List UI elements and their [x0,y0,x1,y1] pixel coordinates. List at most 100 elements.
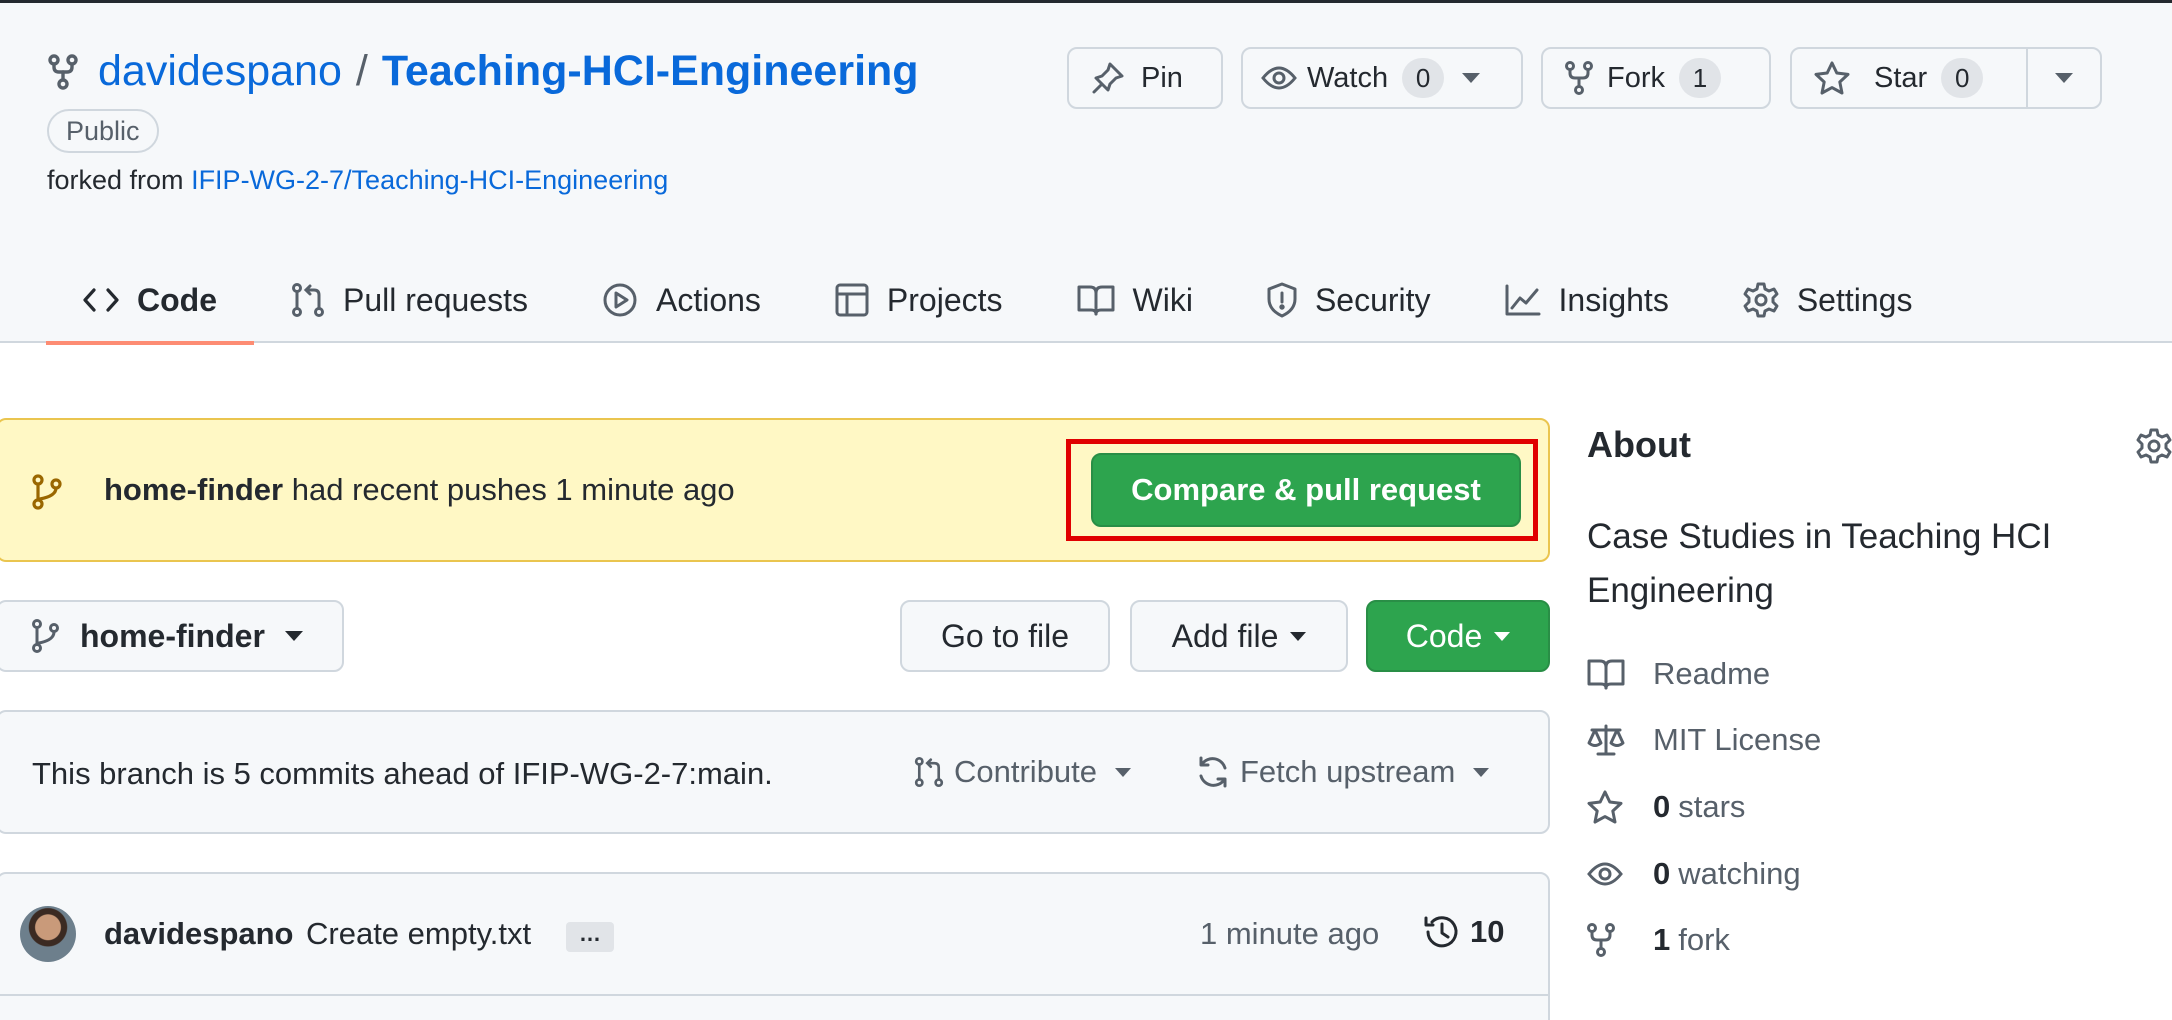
fork-button[interactable]: Fork 1 [1541,47,1771,109]
readme-link[interactable]: Readme [1587,656,1770,692]
repo-forked-icon [48,53,78,90]
watch-button[interactable]: Watch 0 [1241,47,1523,109]
forked-from-link[interactable]: IFIP-WG-2-7/Teaching-HCI-Engineering [191,165,668,195]
graph-icon [1505,284,1541,316]
branch-selector[interactable]: home-finder [0,600,344,672]
commit-author-link[interactable]: davidespano [104,916,294,952]
table-icon [835,283,869,317]
tab-label: Settings [1796,281,1913,318]
tab-label: Security [1314,281,1431,318]
stars-label: stars [1678,789,1746,824]
recent-push-text: had recent pushes 1 minute ago [291,472,735,507]
recent-push-message: home-finder had recent pushes 1 minute a… [104,472,735,508]
forked-from-text: forked from IFIP-WG-2-7/Teaching-HCI-Eng… [47,165,668,196]
add-file-label: Add file [1171,617,1279,654]
chevron-down-icon [1115,767,1132,777]
pin-label: Pin [1141,61,1183,94]
tab-wiki[interactable]: Wiki [1040,257,1230,343]
code-button[interactable]: Code [1366,600,1550,672]
chevron-down-icon [1290,631,1307,641]
forks-count: 1 [1653,922,1671,957]
tab-pull-requests[interactable]: Pull requests [254,257,565,343]
license-label: MIT License [1653,722,1822,757]
branch-selector-label: home-finder [80,617,265,654]
ahead-status-text: This branch is 5 commits ahead of IFIP-W… [32,756,773,791]
code-icon [83,287,119,313]
contribute-label: Contribute [954,754,1098,789]
code-button-label: Code [1405,617,1483,654]
recent-push-branch: home-finder [104,472,284,507]
compare-pull-request-button[interactable]: Compare & pull request [1091,453,1521,527]
chevron-down-icon [1462,73,1481,83]
about-description: Case Studies in Teaching HCI Engineering [1587,517,2052,610]
commit-expand-button[interactable]: … [566,922,614,952]
forks-label: fork [1678,922,1730,957]
chevron-down-icon [284,631,303,641]
avatar[interactable] [20,906,76,962]
tab-settings[interactable]: Settings [1706,257,1950,343]
fetch-upstream-dropdown[interactable]: Fetch upstream [1196,754,1509,790]
tab-label: Projects [886,281,1003,318]
chevron-down-icon [1494,631,1511,641]
tab-label: Wiki [1132,281,1193,318]
visibility-badge: Public [47,109,159,153]
license-link[interactable]: MIT License [1587,722,1821,758]
star-counter: 0 [1941,58,1984,98]
watchers-link[interactable]: 0 watching [1587,856,1801,892]
tab-label: Code [137,281,217,318]
repo-title: davidespano / Teaching-HCI-Engineering [48,47,919,96]
add-file-button[interactable]: Add file [1130,600,1348,672]
chevron-down-icon [2055,73,2073,83]
pin-icon [1091,61,1125,95]
watching-label: watching [1678,856,1801,891]
pin-button[interactable]: Pin [1067,47,1223,109]
book-icon [1077,284,1115,316]
chevron-down-icon [1473,767,1490,777]
commit-divider [0,994,1550,996]
gear-icon [1743,282,1779,318]
repo-header: davidespano / Teaching-HCI-Engineering P… [0,3,2172,345]
history-icon [1422,914,1460,950]
watch-label: Watch [1307,61,1389,94]
branch-status-box: This branch is 5 commits ahead of IFIP-W… [0,710,1550,834]
repo-name-link[interactable]: Teaching-HCI-Engineering [382,47,919,96]
star-button[interactable]: Star 0 [1792,49,2028,107]
go-to-file-button[interactable]: Go to file [900,600,1110,672]
watching-count: 0 [1653,856,1671,891]
stars-link[interactable]: 0 stars [1587,789,1745,825]
fetch-upstream-label: Fetch upstream [1240,754,1456,789]
star-label: Star [1874,61,1928,94]
branch-icon [32,474,62,510]
book-icon [1587,658,1627,690]
eye-icon [1261,64,1297,92]
law-scale-icon [1587,723,1627,757]
tab-label: Pull requests [343,281,528,318]
tab-actions[interactable]: Actions [565,257,798,343]
tab-projects[interactable]: Projects [798,257,1040,343]
contribute-dropdown[interactable]: Contribute [914,754,1151,790]
commit-count: 10 [1470,914,1505,949]
tab-security[interactable]: Security [1230,257,1468,343]
commit-message-link[interactable]: Create empty.txt [306,916,531,952]
repo-owner-link[interactable]: davidespano [98,47,342,96]
commit-history-link[interactable]: 10 [1422,914,1504,950]
forks-link[interactable]: 1 fork [1587,922,1730,958]
stars-count: 0 [1653,789,1671,824]
star-list-dropdown[interactable] [2028,49,2100,107]
readme-label: Readme [1653,656,1771,691]
commit-time[interactable]: 1 minute ago [1200,916,1379,952]
tab-insights[interactable]: Insights [1468,257,1706,343]
shield-icon [1267,282,1297,318]
star-icon [1587,790,1627,824]
forked-from-prefix: forked from [47,165,184,195]
tab-code[interactable]: Code [46,257,254,345]
fork-icon [1587,923,1627,957]
play-icon [602,282,638,318]
repo-nav-tabs: Code Pull requests Actions Projects Wiki… [46,257,1950,345]
go-to-file-label: Go to file [940,617,1070,654]
star-icon [1814,61,1850,95]
sync-icon [1196,755,1230,789]
fork-label: Fork [1607,61,1665,94]
fork-counter: 1 [1679,58,1721,98]
edit-about-gear-icon[interactable] [2136,428,2172,464]
